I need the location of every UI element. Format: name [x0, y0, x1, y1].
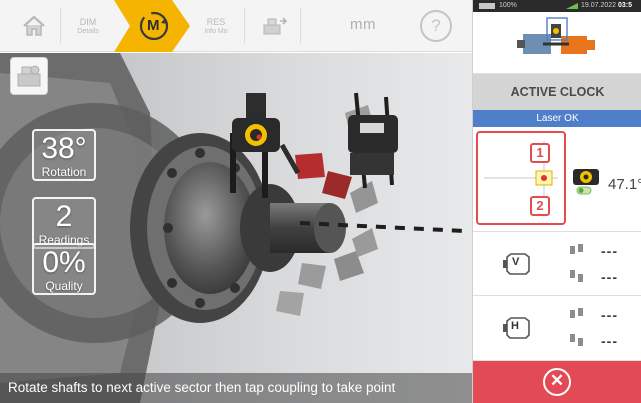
- view-toggle-button[interactable]: [10, 57, 48, 95]
- sensor-target-box[interactable]: 1 2: [476, 131, 566, 225]
- results-step-button[interactable]: RES Info Mo: [192, 0, 240, 52]
- laser-target-icon: [484, 141, 558, 217]
- panel-title: ACTIVE CLOCK: [473, 74, 641, 110]
- horizontal-gap-value: ---: [601, 307, 618, 323]
- horizontal-view-label: H: [511, 320, 519, 332]
- status-time: 03:5: [618, 2, 633, 9]
- vertical-gap-value: ---: [601, 243, 618, 259]
- vertical-view-label: V: [512, 256, 520, 268]
- coupling-gap-icon: [570, 244, 583, 254]
- toolbar-divider: [300, 8, 301, 44]
- coupling-offset-icon: [570, 334, 583, 346]
- stop-measurement-button[interactable]: ✕: [473, 361, 641, 403]
- move-step-button[interactable]: [252, 0, 296, 52]
- dimensions-step-label: DIM: [79, 16, 97, 27]
- measurement-side-panel: 100% 19.07.2022 03:5 ACTIVE CLOCK Laser …: [472, 0, 641, 403]
- cancel-icon: ✕: [543, 368, 571, 396]
- coupling-offset-icon: [570, 270, 583, 282]
- measure-step-label: M: [147, 17, 160, 34]
- status-date: 19.07.2022: [581, 2, 617, 9]
- quality-value: 0%: [42, 246, 86, 279]
- results-step-label: RES: [206, 16, 226, 27]
- machine-move-icon: [263, 17, 288, 35]
- vertical-result-section[interactable]: V --- ---: [473, 232, 641, 296]
- quality-label: Quality: [45, 279, 83, 293]
- home-icon: [23, 15, 45, 36]
- machine-train-icon: [517, 17, 595, 54]
- horizontal-offset-value: ---: [601, 333, 618, 349]
- battery-level: 100%: [499, 2, 517, 9]
- inclinometer-icon: [573, 169, 599, 195]
- vertical-offset-value: ---: [601, 269, 618, 285]
- signal-icon: [566, 3, 578, 9]
- device-status-bar: 100% 19.07.2022 03:5: [473, 0, 641, 12]
- toolbar-divider: [60, 8, 61, 44]
- dimensions-step-button[interactable]: DIM Details: [64, 0, 112, 52]
- coupling-gap-icon: [570, 308, 583, 318]
- unit-selector[interactable]: mm: [350, 16, 376, 33]
- results-step-sublabel: Info Mo: [204, 27, 228, 35]
- rotation-label: Rotation: [41, 165, 87, 179]
- measure-step-button[interactable]: M: [114, 0, 190, 52]
- rotation-value: 38°: [41, 132, 87, 165]
- sensor-badge-2: 2: [530, 196, 550, 216]
- measurement-3d-view[interactable]: 38° Rotation 2 Readings 0% Quality Rotat…: [0, 53, 472, 403]
- rotation-angle-value: 47.1°: [608, 176, 641, 193]
- rotation-card: 38° Rotation: [32, 129, 96, 181]
- readings-card: 2 Readings: [32, 197, 96, 249]
- home-button[interactable]: [14, 0, 54, 52]
- battery-icon: [479, 3, 495, 9]
- help-button[interactable]: ?: [420, 10, 452, 42]
- quality-card: 0% Quality: [32, 243, 96, 295]
- readings-value: 2: [55, 200, 73, 233]
- laser-status-banner: Laser OK: [473, 110, 641, 127]
- machine-train-button[interactable]: [473, 12, 641, 74]
- dimensions-step-sublabel: Details: [77, 27, 99, 35]
- sensor-status-section[interactable]: 1 2 47.1°: [473, 127, 641, 232]
- horizontal-result-section[interactable]: H --- ---: [473, 296, 641, 361]
- toolbar-divider: [244, 8, 245, 44]
- status-datetime: 19.07.2022 03:5: [581, 0, 632, 12]
- sensor-badge-1: 1: [530, 143, 550, 163]
- instruction-text: Rotate shafts to next active sector then…: [0, 373, 472, 403]
- step-toolbar: DIM Details M RES Info Mo mm ?: [0, 0, 472, 52]
- machine-view-icon: [17, 65, 41, 87]
